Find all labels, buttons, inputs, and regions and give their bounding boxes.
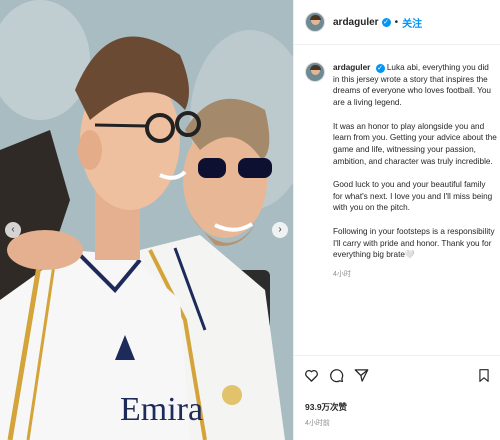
caption-time: 4小时 [333, 270, 351, 278]
action-bar: 93.9万次赞 4小时前 [294, 355, 500, 440]
username-link[interactable]: ardaguler [333, 17, 379, 28]
next-image-button[interactable]: › [272, 222, 288, 238]
post-timestamp[interactable]: 4小时前 [305, 418, 330, 428]
post-header: ardaguler ✓ • 关注 [294, 0, 500, 45]
bookmark-icon[interactable] [477, 368, 491, 383]
caption-avatar[interactable] [305, 62, 325, 82]
post-panel: ardaguler ✓ • 关注 ardaguler ✓ Luka abi, e… [293, 0, 500, 440]
comment-icon[interactable] [329, 368, 344, 383]
caption-username-link[interactable]: ardaguler [333, 63, 370, 72]
photo-of-two-players-icon: Emira [0, 0, 293, 440]
share-icon[interactable] [354, 368, 369, 383]
caption: ardaguler ✓ Luka abi, everything you did… [305, 62, 497, 280]
follow-button[interactable]: 关注 [402, 15, 422, 30]
caption-paragraph: ardaguler ✓ Luka abi, everything you did… [333, 62, 497, 109]
caption-paragraph: Good luck to you and your beautiful fami… [333, 180, 493, 213]
caption-body: ardaguler ✓ Luka abi, everything you did… [333, 62, 497, 280]
like-count[interactable]: 93.9万次赞 [305, 401, 347, 413]
caption-paragraph: Following in your footsteps is a respons… [333, 226, 495, 260]
verified-badge-icon: ✓ [375, 64, 385, 74]
avatar[interactable] [305, 12, 325, 32]
caption-paragraph: It was an honor to play alongside you an… [333, 121, 497, 166]
previous-image-button[interactable]: ‹ [5, 222, 21, 238]
heart-icon[interactable] [304, 368, 319, 383]
post-image[interactable]: Emira ‹ › [0, 0, 293, 440]
verified-badge-icon: ✓ [381, 17, 391, 27]
separator-dot: • [394, 16, 399, 28]
svg-text:Emira: Emira [120, 391, 203, 428]
